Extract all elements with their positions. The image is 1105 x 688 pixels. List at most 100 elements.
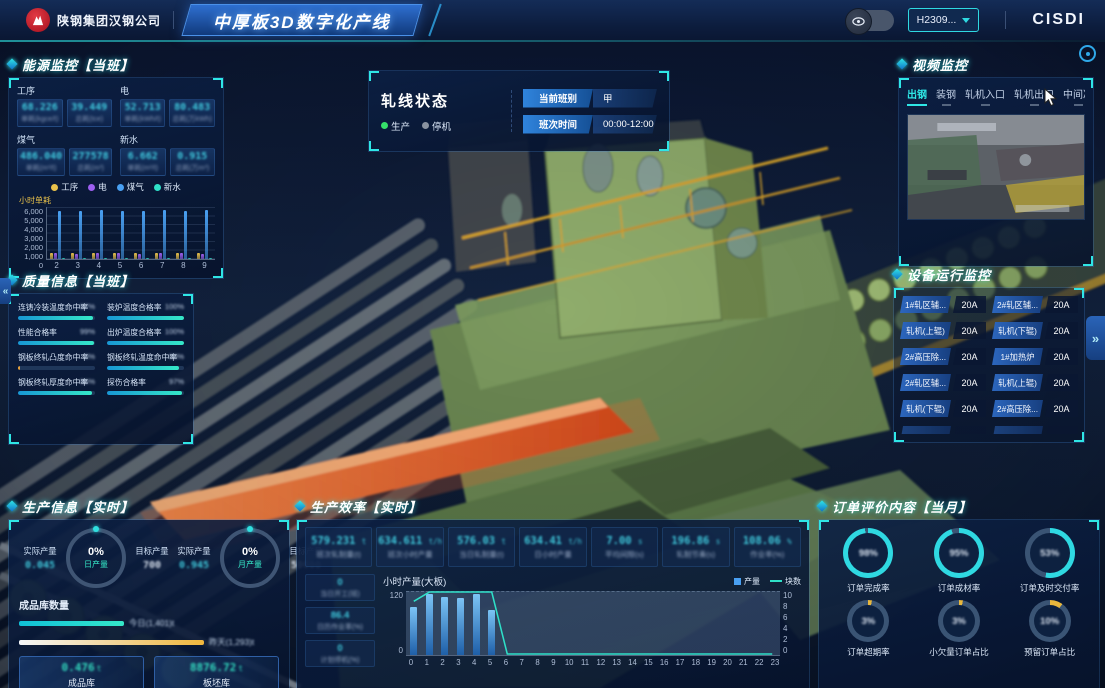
- legend-label: 停机: [432, 119, 451, 133]
- shift-badge-label: 班次时间: [523, 115, 593, 134]
- collapse-right-tab[interactable]: »: [1086, 316, 1105, 360]
- energy-bar: [201, 254, 204, 259]
- hour-chart-xtick: 16: [656, 658, 672, 667]
- visibility-toggle[interactable]: [846, 10, 894, 31]
- video-camera-tab[interactable]: 中间冷: [1063, 86, 1085, 106]
- hour-chart-xtick: 13: [609, 658, 625, 667]
- energy-bar: [54, 253, 57, 259]
- energy-legend-item: 电: [88, 181, 107, 193]
- energy-metric-cell: 6.662 单耗(m³/t): [120, 148, 166, 176]
- video-camera-tab[interactable]: 轧机入口: [965, 86, 1005, 106]
- hour-chart-xtick: 12: [593, 658, 609, 667]
- legend-dot-icon: [117, 184, 124, 191]
- actual-output-label: 实际产量: [19, 545, 61, 557]
- cctv-video-feed[interactable]: [907, 114, 1085, 220]
- chevron-down-icon: [962, 18, 970, 23]
- hour-chart-xtick: 14: [625, 658, 641, 667]
- equipment-name: 轧机(上辊): [992, 374, 1043, 391]
- energy-legend-item: 工序: [51, 181, 78, 193]
- side-stat-value: 0: [337, 643, 342, 654]
- equipment-name: 2#轧区辅...: [992, 296, 1043, 313]
- energy-metric-value: 39.449: [70, 102, 110, 113]
- video-monitor-panel: 视频监控 出钢装钢轧机入口轧机出口中间冷电加热: [898, 54, 1094, 267]
- energy-metric-unit: 单耗(m³/t): [123, 163, 163, 173]
- energy-ytick: 4,000: [17, 225, 43, 234]
- energy-bar-chart: [46, 207, 215, 260]
- energy-group-name: 工序: [17, 84, 112, 97]
- energy-bar: [159, 253, 162, 259]
- energy-bar: [176, 253, 179, 259]
- equipment-name: 轧机(下辊): [992, 322, 1043, 339]
- energy-metric-cell: 68.226 单耗(kgce/t): [17, 99, 63, 127]
- model-select-value: H2309...: [917, 14, 957, 26]
- stock-bar: [19, 621, 124, 626]
- legend-label: 煤气: [127, 181, 144, 193]
- video-panel-title: 视频监控: [912, 55, 968, 74]
- side-stat-value: 86.4: [331, 610, 350, 621]
- side-stat-label: 当日开工(班): [320, 589, 360, 599]
- energy-group: 新水 6.662 单耗(m³/t) 0.915 总耗(万m³): [120, 133, 215, 176]
- line-status-panel: 轧线状态 生产 停机 当前班别 甲 班次时间: [368, 70, 670, 152]
- shift-badge-label: 当前班别: [523, 89, 593, 108]
- energy-bar: [58, 211, 61, 259]
- energy-bar-group: [197, 210, 212, 259]
- side-stat-value: 0: [337, 577, 342, 588]
- stock-bar-row: 昨天(1,293)t: [19, 636, 279, 648]
- quality-item: 钢板终轧凸度命中率 3%: [18, 352, 95, 370]
- energy-monitor-panel: 能源监控【当班】 工序 68.226 单耗(kgce/t) 39.449 总耗(…: [8, 54, 224, 279]
- order-donut-percent: 3%: [952, 616, 966, 627]
- legend-line-icon: [770, 580, 782, 582]
- quality-progress-fill: [18, 391, 92, 395]
- video-camera-tab[interactable]: 出钢: [907, 86, 927, 106]
- quality-progress-fill: [18, 366, 20, 370]
- quality-progress-fill: [107, 341, 184, 345]
- collapse-left-tab[interactable]: «: [0, 278, 11, 304]
- video-camera-tab[interactable]: 装钢: [936, 86, 956, 106]
- quality-item-percent: 100%: [165, 327, 184, 336]
- energy-bar: [83, 258, 86, 259]
- quality-progress-track: [107, 366, 184, 370]
- energy-xtick: 5: [118, 261, 122, 270]
- energy-bar: [79, 211, 82, 259]
- inventory-value: 0.476: [62, 661, 95, 674]
- hour-chart-right-tick: 6: [783, 613, 801, 622]
- stat-value: 196.86: [671, 535, 709, 547]
- hour-chart-left-tick: 0: [383, 646, 403, 655]
- quality-item-label: 探伤合格率: [107, 377, 177, 388]
- stat-unit: t/h: [568, 537, 582, 546]
- quality-item: 连铸冷装温度命中率 97%: [18, 302, 95, 320]
- hour-chart-xtick: 3: [450, 658, 466, 667]
- energy-bar-group: [71, 211, 86, 259]
- efficiency-side-stat: 0 当日开工(班): [305, 574, 375, 601]
- inventory-label: 成品库: [68, 676, 95, 688]
- legend-label: 新水: [164, 181, 181, 193]
- equipment-name: 2#轧区辅...: [900, 374, 951, 391]
- energy-ytick: 6,000: [17, 207, 43, 216]
- stat-value: 576.03: [457, 535, 495, 547]
- shift-badge-value: 甲: [593, 89, 657, 108]
- quality-progress-fill: [107, 391, 182, 395]
- model-select-dropdown[interactable]: H2309...: [908, 8, 980, 32]
- energy-bar: [50, 253, 53, 259]
- energy-metric-unit: 单耗(m³/t): [20, 163, 62, 173]
- hour-chart-xtick: 11: [577, 658, 593, 667]
- shift-badge: 班次时间 00:00-12:00: [523, 115, 657, 134]
- efficiency-stat-box: 7.00 s 平均间隙(s): [591, 527, 658, 567]
- order-donut-percent: 10%: [1040, 616, 1059, 627]
- quality-item-label: 钢板终轧温度命中率: [107, 352, 177, 363]
- equipment-partial-row: [900, 426, 1078, 434]
- eye-icon: [845, 8, 872, 35]
- energy-metric-value: 0.915: [173, 151, 213, 162]
- order-donut: 53%: [1025, 528, 1075, 578]
- quality-progress-track: [107, 391, 184, 395]
- header-bar: 陕钢集团汉钢公司 中厚板3D数字化产线 H2309... CISDI: [0, 0, 1105, 40]
- hour-chart-legend-bar: 产量: [734, 576, 760, 587]
- video-camera-tab[interactable]: 轧机出口: [1014, 86, 1054, 106]
- equipment-item: 轧机(上辊) 20A: [992, 374, 1078, 391]
- stat-value: 7.00: [606, 535, 631, 547]
- inventory-unit: t: [97, 664, 102, 673]
- inventory-value: 8876.72: [190, 661, 236, 674]
- energy-metric-unit: 总耗(万kWh): [172, 114, 212, 124]
- legend-label: 工序: [61, 181, 78, 193]
- target-icon[interactable]: [1079, 45, 1096, 62]
